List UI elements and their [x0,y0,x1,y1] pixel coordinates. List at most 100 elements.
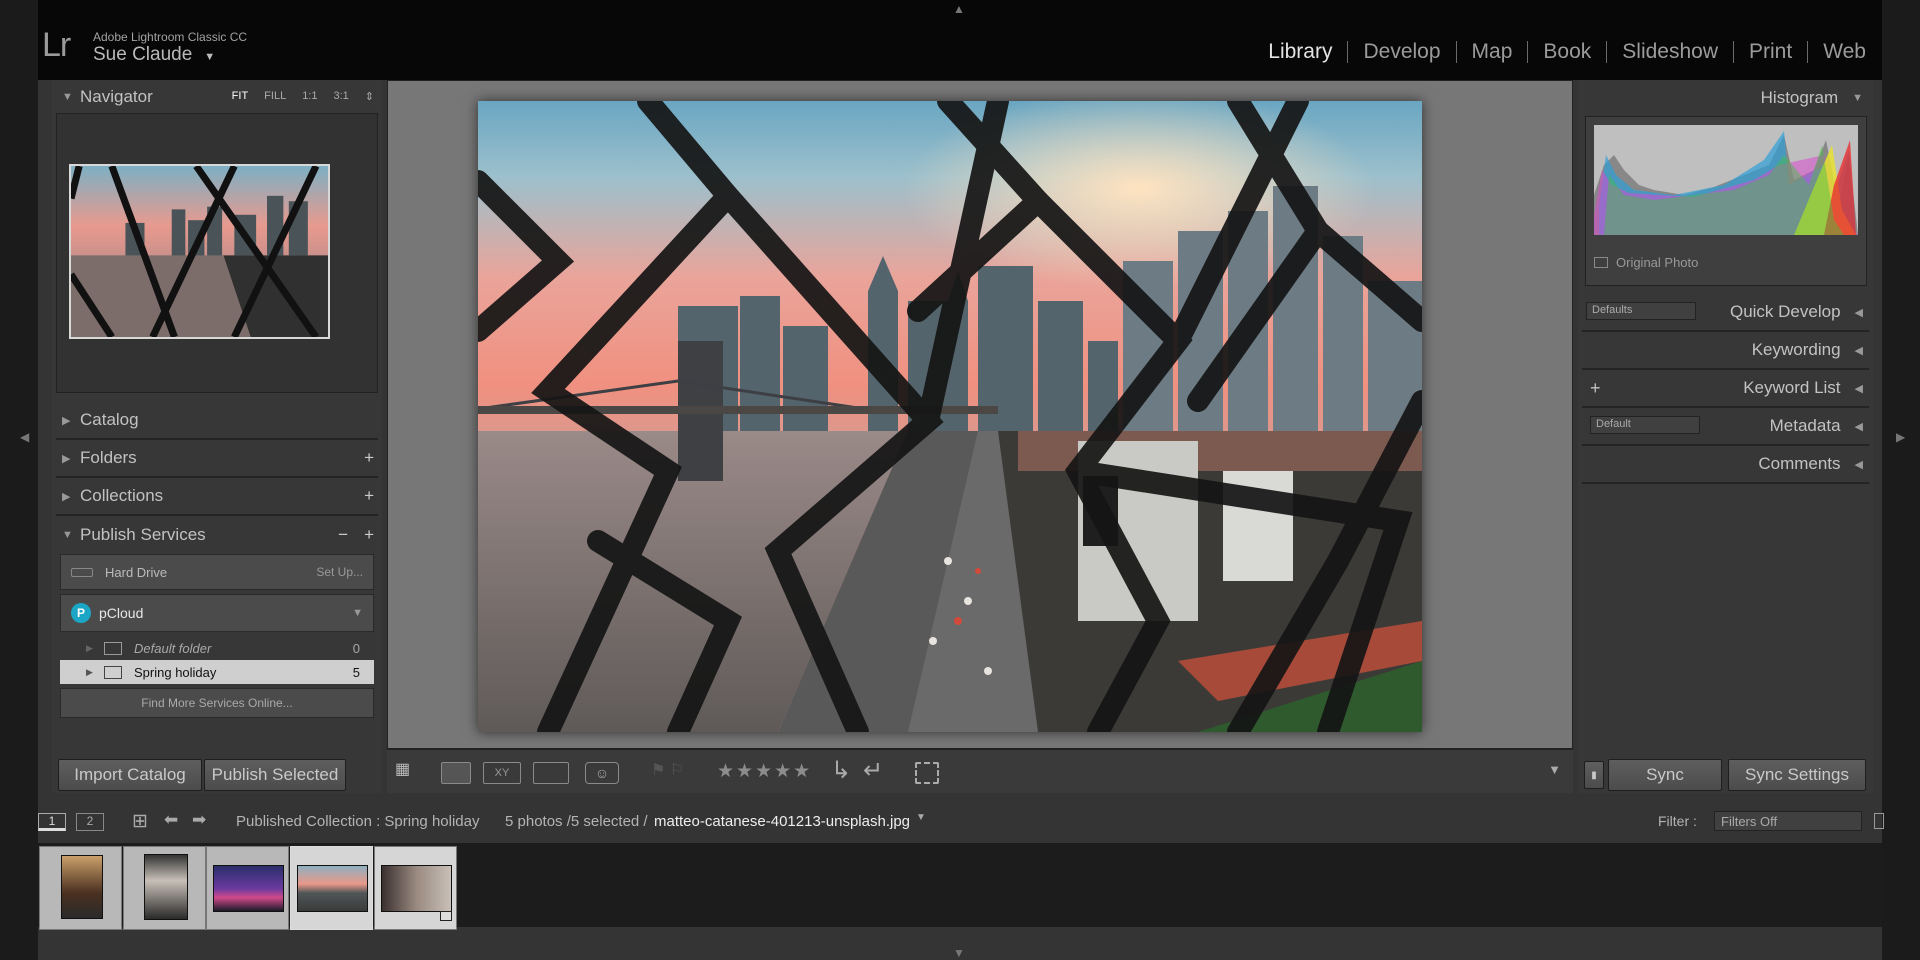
published-collection-default[interactable]: ▶ Default folder 0 [60,636,374,660]
publish-pcloud[interactable]: P pCloud ▼ [60,594,374,632]
comments-title: Comments [1758,454,1841,473]
quick-develop-preset[interactable]: Defaults [1586,302,1696,320]
sync-settings-button[interactable]: Sync Settings [1728,759,1866,791]
user-name: Sue Claude [93,44,193,65]
quick-develop-header[interactable]: Defaults Quick Develop ◀ [1582,294,1869,332]
left-panel: ▼ Navigator FIT FILL 1:1 3:1 ⇕ ▶ Catalog… [52,80,382,793]
import-catalog-button[interactable]: Import Catalog [58,759,202,791]
toolbar-menu-icon[interactable]: ▼ [1548,762,1561,777]
identity-plate[interactable]: Sue Claude ▼ [93,44,215,66]
flag-icon[interactable]: ⚑ ⚐ [651,760,684,780]
library-toolbar: ▦ XY ☺ ⚑ ⚐ ★★★★★ ↳ ↵ ▼ [387,749,1573,793]
setup-link[interactable]: Set Up... [316,565,363,579]
auto-sync-switch[interactable]: ▮ [1584,761,1604,789]
triangle-left-icon: ◀ [1854,458,1863,471]
add-keyword-icon[interactable]: + [1590,378,1601,399]
filter-dropdown[interactable]: Filters Off [1714,811,1862,831]
main-photo[interactable] [478,101,1422,732]
add-service-icon[interactable]: + [364,525,374,545]
filmstrip-thumb[interactable] [39,846,122,930]
rotate-right-icon[interactable]: ↳ [831,756,851,785]
original-photo-label: Original Photo [1616,255,1699,270]
rating-stars[interactable]: ★★★★★ [717,760,812,783]
filmstrip-thumb-active[interactable] [290,846,373,930]
collection-path[interactable]: Published Collection : Spring holiday [236,813,479,830]
navigator-header[interactable]: ▼ Navigator FIT FILL 1:1 3:1 ⇕ [56,80,378,113]
module-web[interactable]: Web [1823,40,1866,64]
keyword-list-header[interactable]: + Keyword List ◀ [1582,370,1869,408]
filter-lock-icon[interactable] [1874,813,1884,829]
module-develop[interactable]: Develop [1363,40,1440,64]
comments-header[interactable]: Comments ◀ [1582,446,1869,484]
navigator-image [71,166,328,337]
minus-icon[interactable]: − [338,525,348,545]
module-library[interactable]: Library [1268,40,1332,64]
triangle-down-icon: ▼ [62,529,73,541]
people-view-icon[interactable]: ☺ [585,762,619,784]
rotate-left-icon[interactable]: ↵ [863,756,883,785]
triangle-right-icon: ▶ [62,414,71,427]
publish-selected-button[interactable]: Publish Selected [204,759,346,791]
back-arrow-icon[interactable]: ⬅ [164,810,178,830]
chevron-down-icon[interactable]: ▼ [204,51,215,63]
histogram-header[interactable]: Histogram ▼ [1582,80,1869,116]
zoom-1-1[interactable]: 1:1 [302,90,317,103]
zoom-fill[interactable]: FILL [264,90,286,103]
zoom-stepper-icon[interactable]: ⇕ [365,90,374,103]
triangle-down-icon[interactable]: ▼ [352,607,363,619]
grid-icon[interactable]: ⊞ [132,810,148,833]
publish-services-header[interactable]: ▼ Publish Services − + [56,516,378,554]
metadata-preset[interactable]: Default [1590,416,1700,434]
identity-bar: Lr Adobe Lightroom Classic CC Sue Claude… [38,0,1882,80]
metadata-title: Metadata [1769,416,1841,435]
right-panel-toggle-icon[interactable]: ▶ [1896,430,1905,444]
chevron-down-icon[interactable]: ▼ [916,812,926,823]
add-folder-icon[interactable]: + [364,448,374,468]
collections-title: Collections [80,486,164,505]
filmstrip-thumb[interactable] [123,846,206,930]
top-panel-toggle-icon[interactable]: ▲ [953,2,965,16]
keywording-header[interactable]: Keywording ◀ [1582,332,1869,370]
module-slideshow[interactable]: Slideshow [1622,40,1718,64]
histogram-graph[interactable] [1594,125,1858,235]
sync-button[interactable]: Sync [1608,759,1722,791]
pcloud-icon: P [71,603,91,623]
survey-view-icon[interactable] [533,762,569,784]
left-panel-toggle-icon[interactable]: ◀ [20,430,29,444]
compare-view-icon[interactable]: XY [483,762,521,784]
find-more-services-button[interactable]: Find More Services Online... [60,688,374,718]
checkbox-icon[interactable] [1594,257,1608,268]
zoom-fit[interactable]: FIT [232,90,249,103]
module-print[interactable]: Print [1749,40,1792,64]
folders-header[interactable]: ▶ Folders + [56,440,378,478]
divider [1606,41,1608,63]
zoom-3-1[interactable]: 3:1 [333,90,348,103]
add-collection-icon[interactable]: + [364,486,374,506]
right-panel-sections: Defaults Quick Develop ◀ Keywording ◀ + Key… [1578,294,1873,484]
forward-arrow-icon[interactable]: ➡ [192,810,206,830]
published-collection-spring[interactable]: ▶ Spring holiday 5 [60,660,374,684]
filmstrip-thumb[interactable] [206,846,289,930]
crop-icon[interactable] [915,762,939,784]
filename[interactable]: matteo-catanese-401213-unsplash.jpg [654,813,910,830]
filmstrip-bar: 1 2 ⊞ ⬅ ➡ Published Collection : Spring … [38,807,1884,835]
loupe-view-icon[interactable] [441,762,471,784]
original-photo-toggle[interactable]: Original Photo [1594,255,1698,270]
grid-view-icon[interactable]: ▦ [395,759,429,781]
thumb-image [297,865,368,912]
main-window-button[interactable]: 1 [38,813,66,831]
thumb-image [213,865,284,912]
catalog-header[interactable]: ▶ Catalog [56,402,378,440]
navigator-thumbnail[interactable] [69,164,330,339]
publish-hard-drive[interactable]: Hard Drive Set Up... [60,554,374,590]
collections-header[interactable]: ▶ Collections + [56,478,378,516]
triangle-down-icon: ▼ [62,90,73,103]
metadata-header[interactable]: Default Metadata ◀ [1582,408,1869,446]
second-window-button[interactable]: 2 [76,813,104,831]
bottom-panel-toggle-icon[interactable]: ▼ [953,946,965,960]
published-badge-icon [440,911,452,921]
filmstrip-thumb[interactable] [374,846,457,930]
module-book[interactable]: Book [1543,40,1591,64]
module-map[interactable]: Map [1472,40,1513,64]
module-picker: Library Develop Map Book Slideshow Print… [1268,40,1866,64]
